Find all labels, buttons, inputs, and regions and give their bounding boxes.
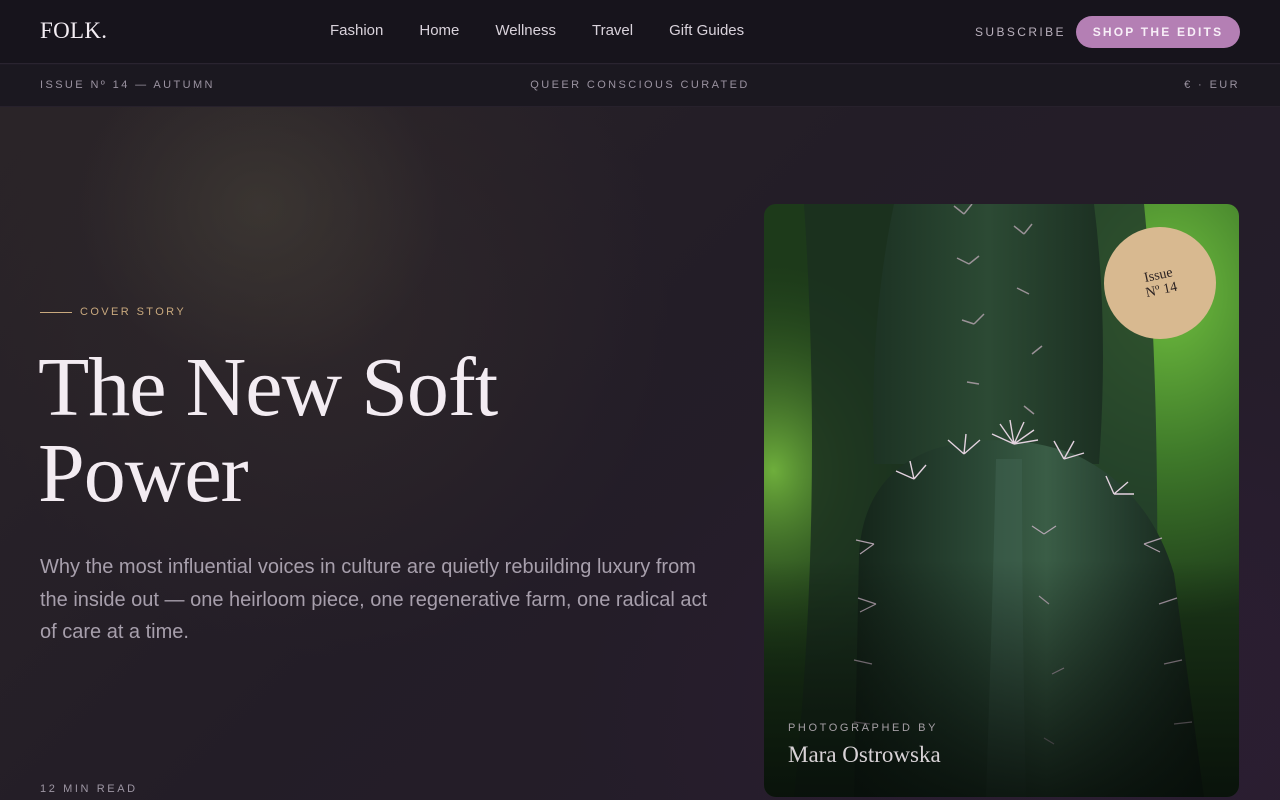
hero-dek: Why the most influential voices in cultu…	[40, 556, 708, 643]
tagline: QUEER CONSCIOUS CURATED	[530, 79, 750, 91]
top-navigation: FOLK. Fashion Home Wellness Travel Gift …	[0, 0, 1280, 64]
headline-line-2: Power	[38, 427, 249, 520]
shop-the-edits-button[interactable]: SHOP THE EDITS	[1076, 16, 1240, 48]
nav-link-travel[interactable]: Travel	[592, 22, 633, 39]
currency-selector[interactable]: € · EUR	[1184, 79, 1240, 91]
nav-link-gift-guides[interactable]: Gift Guides	[669, 22, 744, 39]
nav-link-fashion[interactable]: Fashion	[330, 22, 383, 39]
headline-line-1: The New Soft	[38, 341, 498, 434]
kicker-label: COVER STORY	[80, 306, 187, 318]
subscribe-link[interactable]: SUBSCRIBE	[975, 25, 1066, 39]
cover-photo-card[interactable]: Issue Nº 14 PHOTOGRAPHED BY Mara Ostrows…	[764, 204, 1239, 797]
hero-headline[interactable]: The New Soft Power	[38, 345, 678, 517]
brand-logo[interactable]: FOLK.	[40, 18, 107, 44]
photo-credit-label: PHOTOGRAPHED BY	[788, 722, 939, 734]
hero-section: COVER STORY The New Soft Power Why the m…	[0, 107, 1280, 800]
nav-link-wellness[interactable]: Wellness	[495, 22, 556, 39]
photographer-name: Mara Ostrowska	[788, 742, 941, 767]
main-nav: Fashion Home Wellness Travel Gift Guides	[330, 22, 780, 39]
cover-story-kicker: COVER STORY	[40, 306, 186, 318]
nav-link-home[interactable]: Home	[419, 22, 459, 39]
issue-bar: ISSUE Nº 14 — AUTUMN QUEER CONSCIOUS CUR…	[0, 65, 1280, 107]
read-time: 12 MIN READ	[40, 783, 138, 795]
kicker-rule	[40, 311, 72, 313]
